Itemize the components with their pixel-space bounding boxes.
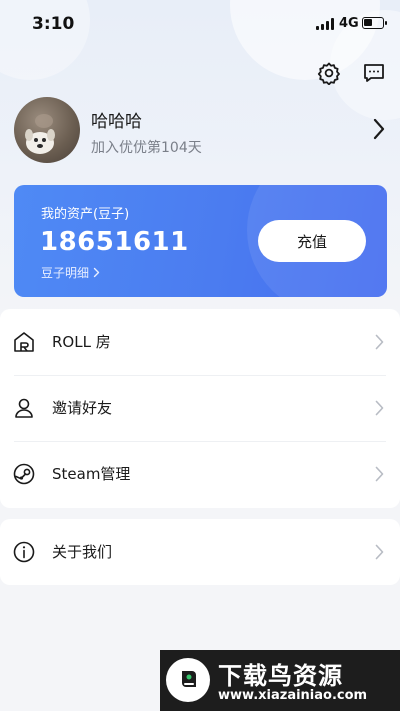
menu-label: 关于我们 — [52, 543, 113, 561]
menu-label: ROLL 房 — [52, 333, 111, 351]
menu-card-secondary: 关于我们 — [0, 519, 400, 585]
chevron-right-icon — [375, 400, 384, 416]
profile-row[interactable]: 哈哈哈 加入优优第104天 — [14, 97, 386, 163]
watermark: 下载鸟资源 www.xiazainiao.com — [160, 650, 400, 711]
menu-item-steam-management[interactable]: Steam管理 — [0, 441, 400, 507]
chevron-right-icon — [93, 267, 100, 278]
bean-detail-link[interactable]: 豆子明细 — [41, 264, 100, 281]
username: 哈哈哈 — [91, 112, 142, 132]
menu-card: ROLL 房 邀请好友 Steam管理 — [0, 309, 400, 508]
menu-item-invite-friends[interactable]: 邀请好友 — [0, 375, 400, 441]
chat-bubble-icon — [364, 64, 384, 82]
settings-button[interactable] — [315, 59, 343, 87]
menu-label: 邀请好友 — [52, 399, 113, 417]
watermark-logo-icon — [166, 658, 210, 702]
messages-button[interactable] — [360, 59, 388, 87]
chevron-right-icon — [375, 466, 384, 482]
join-days-text: 加入优优第104天 — [91, 140, 202, 156]
menu-item-about-us[interactable]: 关于我们 — [0, 519, 400, 585]
asset-card: 我的资产(豆子) 18651611 豆子明细 充值 — [14, 185, 387, 297]
gear-icon — [317, 62, 340, 85]
avatar-image — [25, 114, 55, 154]
avatar[interactable] — [14, 97, 80, 163]
chevron-right-icon — [375, 334, 384, 350]
menu-item-roll-room[interactable]: ROLL 房 — [0, 309, 400, 375]
watermark-url: www.xiazainiao.com — [218, 688, 368, 703]
network-type: 4G — [339, 16, 359, 31]
chevron-right-icon[interactable] — [372, 117, 386, 141]
user-icon — [13, 397, 35, 419]
recharge-button[interactable]: 充值 — [258, 220, 366, 262]
battery-icon — [362, 17, 387, 29]
steam-icon — [13, 463, 35, 485]
signal-icon — [316, 18, 334, 30]
info-icon — [13, 541, 35, 563]
roll-room-icon — [13, 331, 35, 353]
bean-detail-label: 豆子明细 — [41, 266, 90, 280]
status-bar: 3:10 4G — [0, 0, 400, 48]
watermark-title: 下载鸟资源 — [218, 662, 343, 690]
asset-label: 我的资产(豆子) — [41, 207, 130, 222]
asset-value: 18651611 — [40, 227, 189, 257]
chevron-right-icon — [375, 544, 384, 560]
status-time: 3:10 — [32, 14, 75, 34]
menu-label: Steam管理 — [52, 465, 131, 483]
